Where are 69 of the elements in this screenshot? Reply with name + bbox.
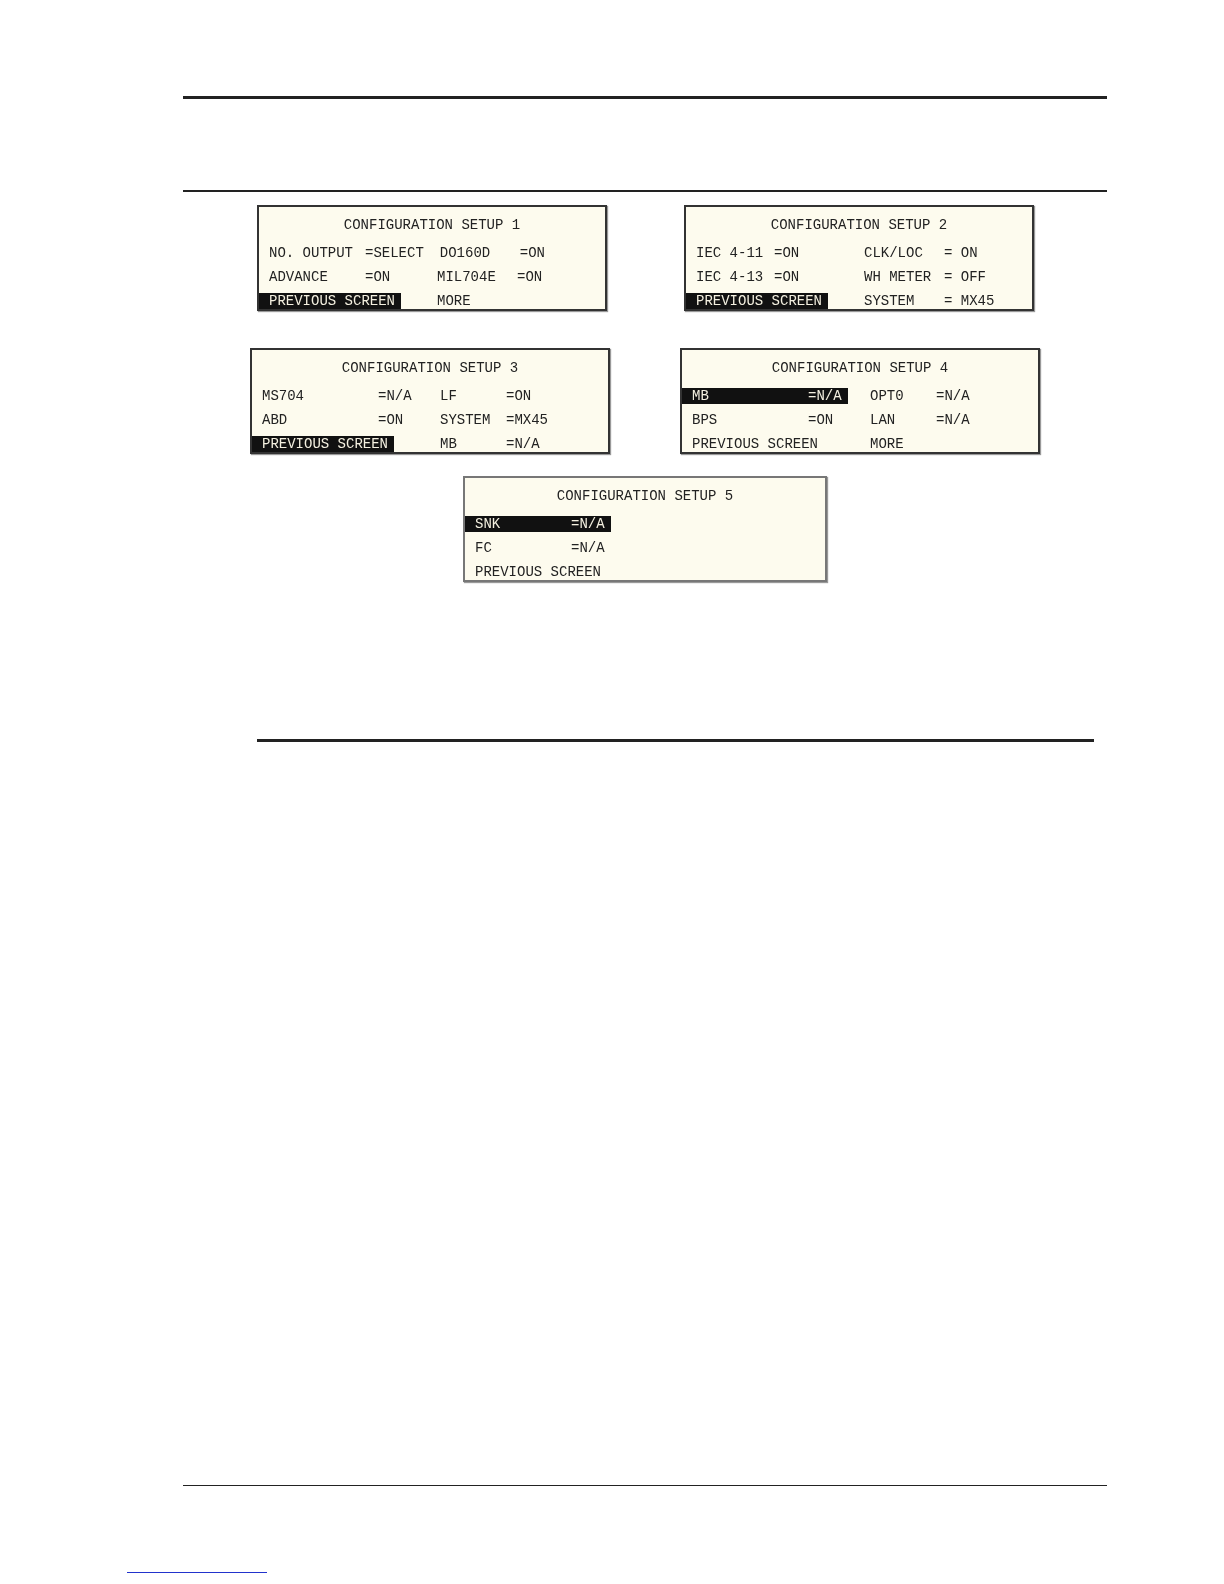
menu-item[interactable]: ADVANCE =ON xyxy=(259,269,397,285)
menu-item[interactable]: IEC 4-11 =ON xyxy=(686,245,806,261)
menu-item[interactable]: NO. OUTPUT =SELECT xyxy=(259,245,430,261)
setting-name: LAN xyxy=(870,412,897,428)
setting-value: =N/A xyxy=(936,412,970,428)
screen-title: CONFIGURATION SETUP 1 xyxy=(342,216,522,235)
setting-name: MB xyxy=(440,436,458,452)
setting-value: =SELECT xyxy=(365,245,424,261)
setting-value: =ON xyxy=(378,412,404,428)
setting-value: = OFF xyxy=(944,269,986,285)
menu-item[interactable]: BPS =ON xyxy=(682,412,840,428)
menu-item[interactable]: SNK =N/A xyxy=(465,516,611,532)
setting-name: MS704 xyxy=(262,388,305,404)
menu-item[interactable]: OPT0 =N/A xyxy=(860,388,1016,404)
setting-value: =N/A xyxy=(378,388,412,404)
menu-item[interactable]: MORE xyxy=(427,293,583,309)
screen-title: CONFIGURATION SETUP 5 xyxy=(555,487,735,506)
setting-name: WH METER xyxy=(864,269,933,285)
setting-name: OPT0 xyxy=(870,388,905,404)
setting-value: =ON xyxy=(365,269,391,285)
menu-item[interactable]: CLK/LOC = ON xyxy=(854,245,1010,261)
setting-name: IEC 4-11 xyxy=(696,245,765,261)
setting-name: ADVANCE xyxy=(269,269,329,285)
screen-title: CONFIGURATION SETUP 3 xyxy=(340,359,520,378)
setting-name: BPS xyxy=(692,412,719,428)
menu-item[interactable]: IEC 4-13 =ON xyxy=(686,269,806,285)
setting-name: CLK/LOC xyxy=(864,245,924,261)
menu-item[interactable]: LAN =N/A xyxy=(860,412,1016,428)
setting-value: =N/A xyxy=(506,436,540,452)
setting-name: MB xyxy=(692,388,710,404)
setting-name: IEC 4-13 xyxy=(696,269,765,285)
menu-item[interactable]: SYSTEM = MX45 xyxy=(854,293,1010,309)
setting-name: SYSTEM xyxy=(440,412,492,428)
screen-title: CONFIGURATION SETUP 2 xyxy=(769,216,949,235)
setting-value: =MX45 xyxy=(506,412,548,428)
setting-value: =ON xyxy=(519,245,546,261)
setting-value: = MX45 xyxy=(944,293,995,309)
screen-title: CONFIGURATION SETUP 4 xyxy=(770,359,950,378)
menu-item[interactable]: MORE xyxy=(860,436,1016,452)
setting-value: =ON xyxy=(517,269,543,285)
menu-item[interactable]: DO160D =ON xyxy=(429,245,583,261)
setting-name: FC xyxy=(475,540,493,556)
menu-item[interactable]: FC =N/A xyxy=(465,540,611,556)
setting-value: =ON xyxy=(774,245,800,261)
menu-item[interactable]: MB =N/A xyxy=(430,436,586,452)
setting-value: =N/A xyxy=(936,388,970,404)
menu-item[interactable]: MB =N/A xyxy=(682,388,848,404)
setting-value: =N/A xyxy=(808,388,842,404)
menu-item[interactable]: MIL704E =ON xyxy=(427,269,583,285)
setting-name: DO160D xyxy=(439,245,492,261)
menu-item[interactable]: LF =ON xyxy=(430,388,586,404)
setting-value: =N/A xyxy=(571,516,605,532)
setting-value: =N/A xyxy=(571,540,605,556)
setting-name: MIL704E xyxy=(437,269,497,285)
menu-item[interactable]: MS704 =N/A xyxy=(252,388,418,404)
setting-name: NO. OUTPUT xyxy=(269,245,354,261)
setting-name: SYSTEM xyxy=(864,293,916,309)
setting-name: MORE xyxy=(437,293,471,309)
setting-value: =ON xyxy=(774,269,800,285)
setting-name: SNK xyxy=(475,516,502,532)
setting-value: = ON xyxy=(944,245,978,261)
setting-value: =ON xyxy=(808,412,834,428)
menu-item[interactable]: WH METER = OFF xyxy=(854,269,1010,285)
setting-name: LF xyxy=(440,388,458,404)
menu-item[interactable]: ABD =ON xyxy=(252,412,410,428)
setting-name: ABD xyxy=(262,412,289,428)
setting-value: =ON xyxy=(506,388,532,404)
setting-name: MORE xyxy=(870,436,904,452)
menu-item[interactable]: SYSTEM =MX45 xyxy=(430,412,586,428)
